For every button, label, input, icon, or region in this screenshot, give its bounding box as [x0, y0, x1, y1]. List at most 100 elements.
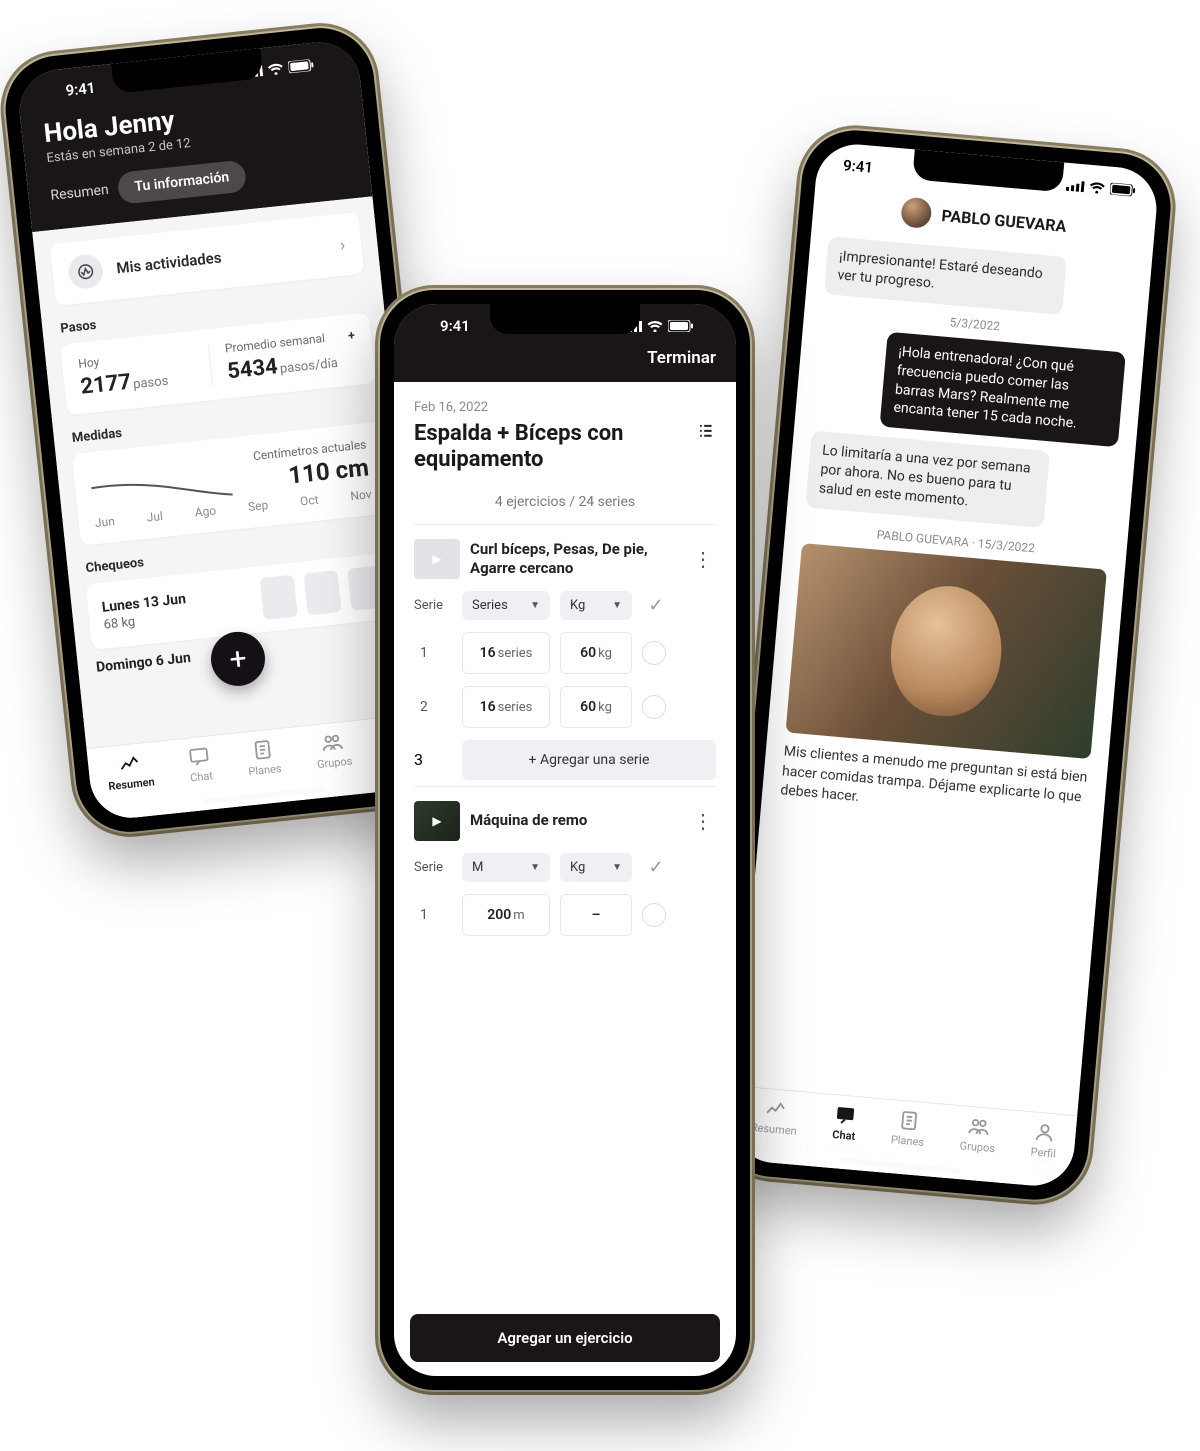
- home-indicator: [505, 1365, 625, 1370]
- message-incoming[interactable]: ¡Impresionante! Estaré deseando ver tu p…: [824, 236, 1067, 314]
- play-icon: ▶: [432, 552, 441, 566]
- tabbar-chat[interactable]: Chat: [832, 1103, 858, 1143]
- tabbar-grupos[interactable]: Grupos: [314, 730, 353, 771]
- set-done-toggle[interactable]: [642, 695, 666, 719]
- set-weight-unit: kg: [598, 646, 612, 661]
- set-reps-value: 16: [480, 645, 496, 661]
- chat-body[interactable]: ¡Impresionante! Estaré deseando ver tu p…: [734, 229, 1152, 1145]
- select-label: Kg: [570, 598, 585, 613]
- checkin-photo-slot[interactable]: [303, 570, 341, 615]
- tabbar-label: Chat: [190, 769, 214, 784]
- set-done-toggle[interactable]: [642, 903, 666, 927]
- terminar-button[interactable]: Terminar: [414, 348, 716, 368]
- check-column-icon: ✓: [642, 857, 670, 878]
- set-weight-input[interactable]: 60kg: [560, 632, 632, 674]
- chevron-down-icon: ▼: [612, 600, 622, 611]
- set-index: 1: [414, 907, 452, 923]
- resumen-icon: [764, 1097, 788, 1121]
- chevron-down-icon: ▼: [530, 862, 540, 873]
- exercise-name: Curl bíceps, Pesas, De pie, Agarre cerca…: [470, 540, 680, 578]
- tabbar-resumen[interactable]: Resumen: [750, 1096, 799, 1138]
- set-header-serie: Serie: [414, 598, 452, 613]
- set-weight-input[interactable]: 60kg: [560, 686, 632, 728]
- tab-tu-informacion[interactable]: Tu información: [117, 160, 247, 205]
- activities-card[interactable]: Mis actividades ›: [50, 212, 365, 306]
- chevron-down-icon: ▼: [612, 862, 622, 873]
- tabbar-label: Perfil: [1030, 1145, 1056, 1160]
- notch: [490, 304, 640, 334]
- tabbar-grupos[interactable]: Grupos: [959, 1114, 998, 1155]
- add-set-button[interactable]: + Agregar una serie: [462, 740, 716, 780]
- set-reps-input[interactable]: 16series: [462, 632, 550, 674]
- exercise-thumbnail[interactable]: ▶: [414, 801, 460, 841]
- tabbar-resumen[interactable]: Resumen: [105, 750, 155, 793]
- set-row: 2 16series 60kg: [414, 686, 716, 728]
- tabbar-planes[interactable]: Planes: [245, 737, 282, 778]
- more-icon[interactable]: ⋮: [690, 809, 716, 833]
- tabbar-perfil[interactable]: Perfil: [1030, 1120, 1058, 1160]
- workout-summary: 4 ejercicios / 24 series: [414, 494, 716, 510]
- checkin-photo-slot[interactable]: [260, 575, 298, 620]
- tabbar-label: Grupos: [959, 1139, 995, 1155]
- month-jul: Jul: [146, 509, 164, 525]
- select-label: Kg: [570, 860, 585, 875]
- person-face-illustration: [886, 582, 1007, 721]
- set-row: 1 200m –: [414, 894, 716, 936]
- chevron-right-icon: ›: [339, 234, 347, 255]
- weight-unit-select[interactable]: Kg ▼: [560, 853, 632, 882]
- status-time: 9:41: [65, 79, 97, 100]
- exercise-thumbnail[interactable]: ▶: [414, 539, 460, 579]
- set-weight-value: 60: [580, 699, 596, 715]
- activity-icon: [67, 253, 104, 290]
- activities-title: Mis actividades: [116, 237, 327, 277]
- set-row: 1 16series 60kg: [414, 632, 716, 674]
- exercise-block: ▶ Máquina de remo ⋮ Serie M▼ Kg ▼ ✓ 1: [414, 786, 716, 942]
- set-distance-input[interactable]: 200m: [462, 894, 550, 936]
- steps-plus-icon[interactable]: +: [348, 328, 356, 343]
- add-exercise-button[interactable]: Agregar un ejercicio: [410, 1314, 720, 1362]
- workout-body: Feb 16, 2022 Espalda + Bíceps con equipa…: [394, 382, 736, 1376]
- grupos-icon: [320, 730, 344, 754]
- set-reps-input[interactable]: 16series: [462, 686, 550, 728]
- exercise-name: Máquina de remo: [470, 811, 680, 830]
- tab-resumen[interactable]: Resumen: [49, 174, 110, 212]
- perfil-icon: [1033, 1121, 1057, 1145]
- steps-avg-unit: pasos/día: [279, 356, 338, 377]
- message-incoming[interactable]: Lo limitaría a una vez por semana por ah…: [805, 431, 1049, 528]
- list-toggle-icon[interactable]: [696, 421, 716, 445]
- date-separator: 5/3/2022: [822, 304, 1128, 345]
- more-icon[interactable]: ⋮: [690, 547, 716, 571]
- tabbar-label: Resumen: [108, 775, 155, 793]
- set-weight-unit: kg: [598, 700, 612, 715]
- chat-icon: [187, 744, 211, 768]
- phone-workout: 9:41 Terminar Feb 16, 2022 Espalda + Bíc…: [380, 290, 750, 1390]
- set-done-toggle[interactable]: [642, 641, 666, 665]
- exercise-block: ▶ Curl bíceps, Pesas, De pie, Agarre cer…: [414, 524, 716, 786]
- month-jun: Jun: [94, 514, 115, 530]
- steps-today-unit: pasos: [132, 374, 169, 393]
- steps-avg-number: 5434: [226, 354, 279, 384]
- grupos-icon: [967, 1115, 991, 1139]
- avatar[interactable]: [900, 197, 933, 230]
- message-outgoing[interactable]: ¡Hola entrenadora! ¿Con qué frecuencia p…: [880, 332, 1126, 448]
- distance-unit-select[interactable]: M▼: [462, 853, 550, 882]
- set-reps-unit: series: [498, 700, 533, 715]
- set-index: 3: [414, 750, 452, 769]
- status-icons: [1066, 179, 1137, 197]
- chat-icon: [834, 1103, 858, 1127]
- set-header-serie: Serie: [414, 860, 452, 875]
- tabbar-label: Resumen: [750, 1121, 797, 1138]
- workout-date: Feb 16, 2022: [414, 400, 716, 415]
- plus-icon: +: [228, 641, 249, 678]
- set-weight-input[interactable]: –: [560, 894, 632, 936]
- tabbar-chat[interactable]: Chat: [187, 744, 214, 784]
- set-distance-value: 200: [487, 907, 511, 923]
- steps-today-number: 2177: [79, 370, 132, 400]
- tabbar-planes[interactable]: Planes: [890, 1108, 926, 1149]
- weight-unit-select[interactable]: Kg ▼: [560, 591, 632, 620]
- post-image[interactable]: [786, 543, 1107, 759]
- tabbar-label: Planes: [890, 1133, 924, 1149]
- check-column-icon: ✓: [642, 595, 670, 616]
- reps-unit-select[interactable]: Series▼: [462, 591, 550, 620]
- planes-icon: [897, 1109, 921, 1133]
